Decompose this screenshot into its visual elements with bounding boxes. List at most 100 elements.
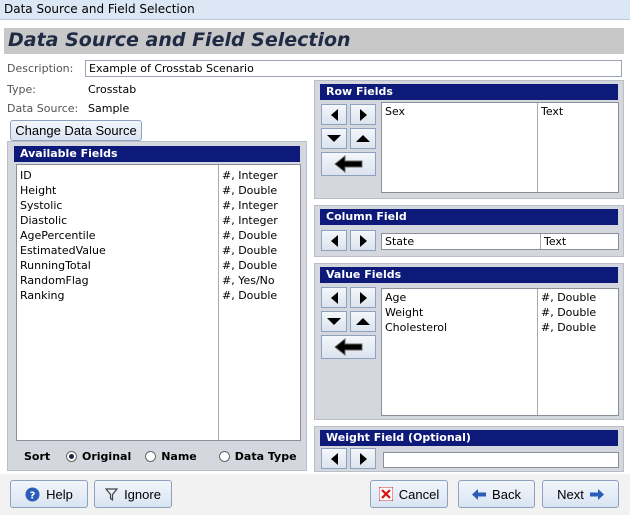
field-type: #, Double	[541, 291, 597, 304]
value-move-left-button[interactable]	[321, 287, 347, 308]
radio-data-type-icon[interactable]	[218, 450, 230, 462]
field-name: Height	[20, 184, 57, 197]
change-data-source-button[interactable]: Change Data Source	[10, 120, 142, 141]
sort-label: Sort	[24, 449, 51, 463]
type-value: Crosstab	[88, 83, 137, 96]
weight-field-panel: Weight Field (Optional)	[314, 426, 624, 472]
field-name: ID	[20, 169, 32, 182]
row-fields-list[interactable]: Sex Text	[381, 102, 619, 193]
field-name: EstimatedValue	[20, 244, 106, 257]
available-fields-list[interactable]: ID #, Integer Height #, Double Systolic #, In…	[16, 164, 301, 441]
weight-move-left-button[interactable]	[321, 448, 347, 469]
value-fields-list[interactable]: Age #, Double Weight #, Double Cholesterol #,…	[381, 288, 619, 416]
sort-option-name[interactable]: Name	[145, 450, 197, 463]
row-move-right-button[interactable]	[350, 104, 376, 125]
column-move-right-button[interactable]	[350, 230, 376, 251]
list-item[interactable]: Height #, Double	[17, 183, 300, 198]
field-name: AgePercentile	[20, 229, 96, 242]
weight-field-box[interactable]	[383, 452, 619, 468]
row-move-down-button[interactable]	[321, 128, 347, 149]
row-fields-title: Row Fields	[326, 85, 393, 98]
back-arrow-icon	[333, 155, 362, 173]
value-remove-button[interactable]	[321, 335, 376, 359]
row-move-up-button[interactable]	[350, 128, 376, 149]
list-item[interactable]: EstimatedValue #, Double	[17, 243, 300, 258]
list-item[interactable]: Age #, Double	[382, 290, 618, 305]
field-type: #, Double	[222, 259, 278, 272]
weight-move-right-button[interactable]	[350, 448, 376, 469]
field-type: Text	[541, 105, 564, 118]
field-type: #, Double	[541, 321, 597, 334]
close-icon	[378, 487, 393, 501]
sort-option-data-type[interactable]: Data Type	[218, 449, 297, 463]
column-divider	[540, 234, 541, 249]
list-item[interactable]: Diastolic #, Integer	[17, 213, 300, 228]
list-item[interactable]: Systolic #, Integer	[17, 198, 300, 213]
field-type: #, Integer	[222, 199, 278, 212]
list-item[interactable]: Sex Text	[382, 104, 618, 119]
ignore-button[interactable]: Ignore	[94, 480, 172, 508]
weight-field-title: Weight Field (Optional)	[326, 431, 471, 444]
description-value: Example of Crosstab Scenario	[89, 62, 254, 75]
help-button[interactable]: ? Help	[10, 480, 88, 508]
value-fields-header: Value Fields	[320, 267, 618, 283]
column-field-list[interactable]: State Text	[381, 233, 619, 250]
list-item[interactable]: Weight #, Double	[382, 305, 618, 320]
sort-option-data-type-label: Data Type	[234, 449, 297, 463]
available-fields-header: Available Fields	[14, 146, 300, 162]
value-move-up-button[interactable]	[350, 311, 376, 332]
field-type: #, Integer	[222, 169, 278, 182]
field-type: #, Integer	[222, 214, 278, 227]
back-button[interactable]: Back	[458, 480, 535, 508]
list-item[interactable]: Cholesterol #, Double	[382, 320, 618, 335]
value-move-right-button[interactable]	[350, 287, 376, 308]
arrow-down-icon	[327, 135, 341, 142]
list-item[interactable]: ID #, Integer	[17, 168, 300, 183]
window-title-bar: Data Source and Field Selection	[0, 0, 630, 20]
column-field-title: Column Field	[326, 210, 407, 223]
list-item[interactable]: State Text	[382, 234, 618, 249]
sort-option-original[interactable]: Original	[66, 450, 131, 463]
field-name: Ranking	[20, 289, 65, 302]
field-type: #, Double	[541, 306, 597, 319]
list-item[interactable]: RunningTotal #, Double	[17, 258, 300, 273]
page-banner: Data Source and Field Selection	[4, 28, 624, 54]
weight-field-header: Weight Field (Optional)	[320, 430, 618, 446]
back-arrow-icon	[333, 338, 362, 356]
column-field-header: Column Field	[320, 209, 618, 225]
next-label: Next	[557, 486, 584, 502]
value-fields-title: Value Fields	[326, 268, 402, 281]
list-item[interactable]: RandomFlag #, Yes/No	[17, 273, 300, 288]
field-name: Systolic	[20, 199, 63, 212]
value-move-down-button[interactable]	[321, 311, 347, 332]
sort-option-name-label: Name	[161, 449, 197, 463]
row-fields-panel: Row Fields Sex Text	[314, 80, 624, 199]
sort-bar: Sort Original Name Data Type	[16, 445, 301, 467]
column-move-left-button[interactable]	[321, 230, 347, 251]
cancel-button[interactable]: Cancel	[370, 480, 448, 508]
description-field[interactable]: Example of Crosstab Scenario	[85, 60, 622, 77]
arrow-right-icon	[359, 234, 367, 247]
arrow-left-icon	[330, 234, 338, 247]
radio-name-icon[interactable]	[145, 450, 157, 462]
radio-original-icon[interactable]	[66, 450, 77, 462]
data-source-label: Data Source:	[7, 102, 79, 115]
arrow-right-icon	[359, 108, 367, 121]
help-label: Help	[46, 486, 73, 502]
field-name: Weight	[385, 306, 424, 319]
row-move-left-button[interactable]	[321, 104, 347, 125]
list-item[interactable]: Ranking #, Double	[17, 288, 300, 303]
field-name: Sex	[385, 105, 406, 118]
field-name: RandomFlag	[20, 274, 89, 287]
field-type: #, Double	[222, 244, 278, 257]
arrow-down-icon	[327, 318, 341, 325]
column-divider	[537, 289, 538, 415]
data-source-value: Sample	[88, 102, 130, 115]
page-title: Data Source and Field Selection	[8, 29, 351, 51]
arrow-left-icon	[330, 452, 338, 465]
next-button[interactable]: Next	[542, 480, 619, 508]
row-remove-button[interactable]	[321, 152, 376, 176]
available-fields-title: Available Fields	[20, 147, 118, 160]
field-type: #, Double	[222, 229, 278, 242]
list-item[interactable]: AgePercentile #, Double	[17, 228, 300, 243]
